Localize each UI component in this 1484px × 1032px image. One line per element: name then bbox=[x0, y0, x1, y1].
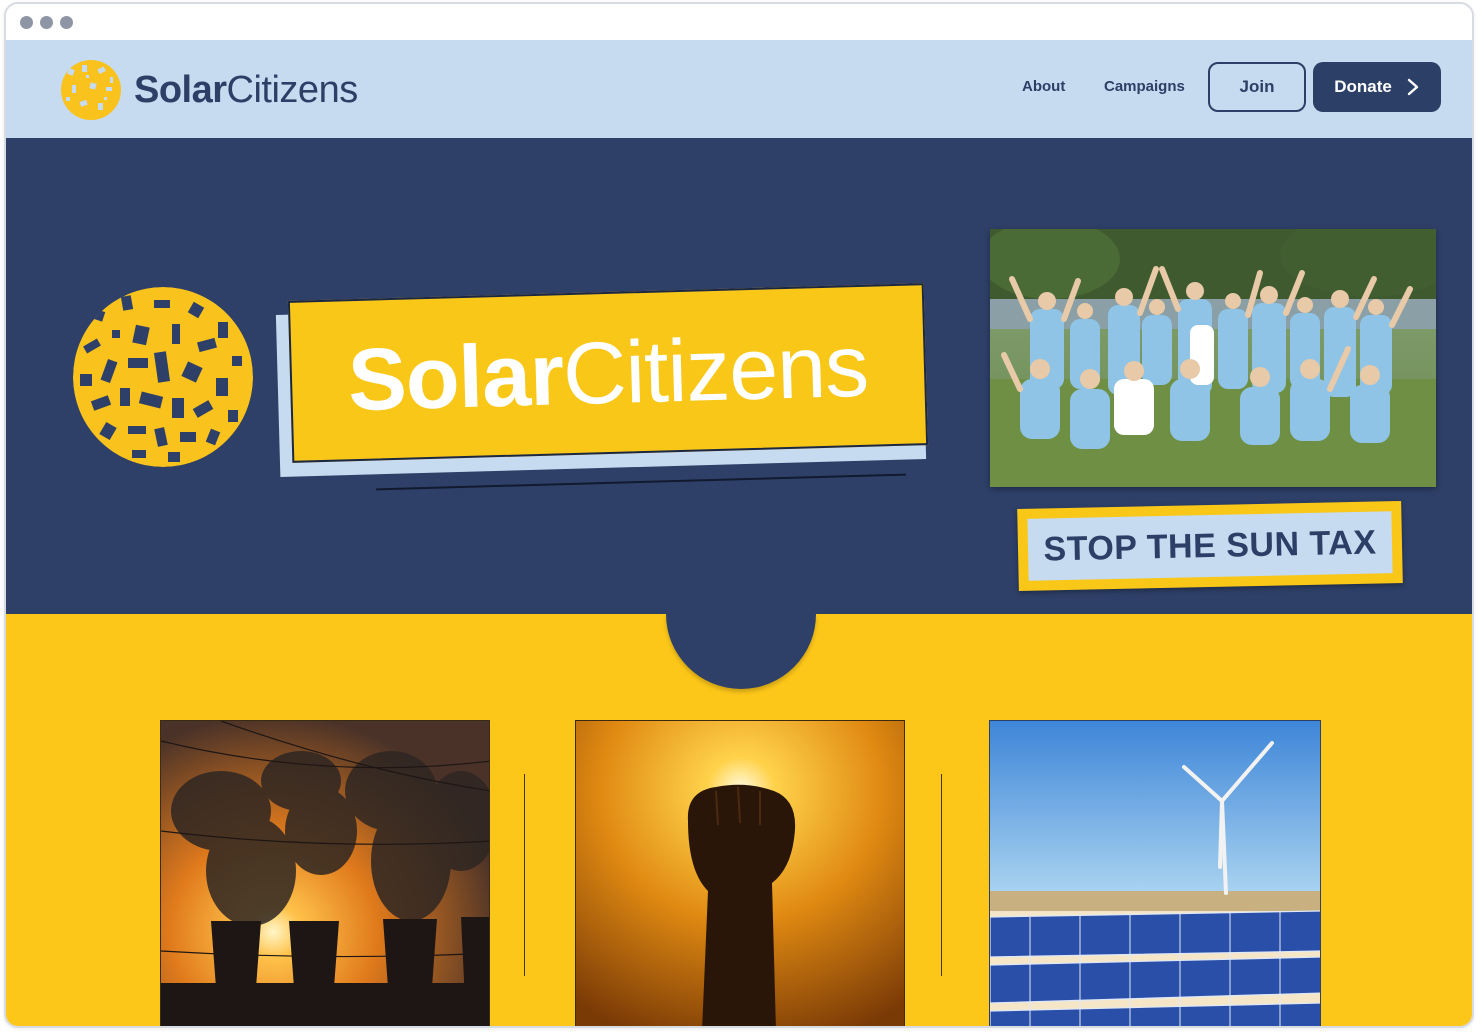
divider-line-2 bbox=[941, 774, 942, 976]
coal-power-station-photo[interactable] bbox=[160, 720, 490, 1026]
wind-turbine-solar-panels-photo[interactable] bbox=[989, 720, 1321, 1026]
section-divider-tab bbox=[666, 614, 816, 689]
chevron-right-icon bbox=[1407, 78, 1419, 96]
site-header: SolarCitizens About Campaigns Join Donat… bbox=[6, 40, 1472, 138]
raised-fist-sunset-photo[interactable] bbox=[575, 720, 905, 1026]
solar-globe-logo-icon bbox=[61, 60, 121, 120]
supporters-group-photo bbox=[990, 229, 1436, 487]
join-button[interactable]: Join bbox=[1208, 62, 1306, 112]
nav-campaigns-link[interactable]: Campaigns bbox=[1104, 78, 1185, 95]
hero-banner-title: SolarCitizens bbox=[346, 315, 870, 430]
hero-section: SolarCitizens STOP THE SUN TAX bbox=[6, 138, 1472, 614]
banner-underline bbox=[376, 473, 906, 491]
window-dot-minimize[interactable] bbox=[40, 16, 53, 29]
campaigns-section bbox=[6, 614, 1472, 1026]
hero-banner: SolarCitizens bbox=[287, 283, 929, 463]
divider-line-1 bbox=[524, 774, 525, 976]
window-chrome bbox=[6, 4, 1472, 40]
browser-window: SolarCitizens About Campaigns Join Donat… bbox=[4, 2, 1474, 1028]
window-dot-maximize[interactable] bbox=[60, 16, 73, 29]
brand-logo-link[interactable]: SolarCitizens bbox=[60, 58, 358, 122]
donate-label: Donate bbox=[1334, 77, 1392, 96]
donate-button[interactable]: Donate bbox=[1313, 62, 1441, 112]
solar-globe-large-icon bbox=[73, 287, 253, 467]
nav-about-link[interactable]: About bbox=[1022, 78, 1065, 95]
stop-sun-tax-label[interactable]: STOP THE SUN TAX bbox=[1027, 511, 1393, 581]
brand-wordmark: SolarCitizens bbox=[134, 68, 358, 111]
window-dot-close[interactable] bbox=[20, 16, 33, 29]
